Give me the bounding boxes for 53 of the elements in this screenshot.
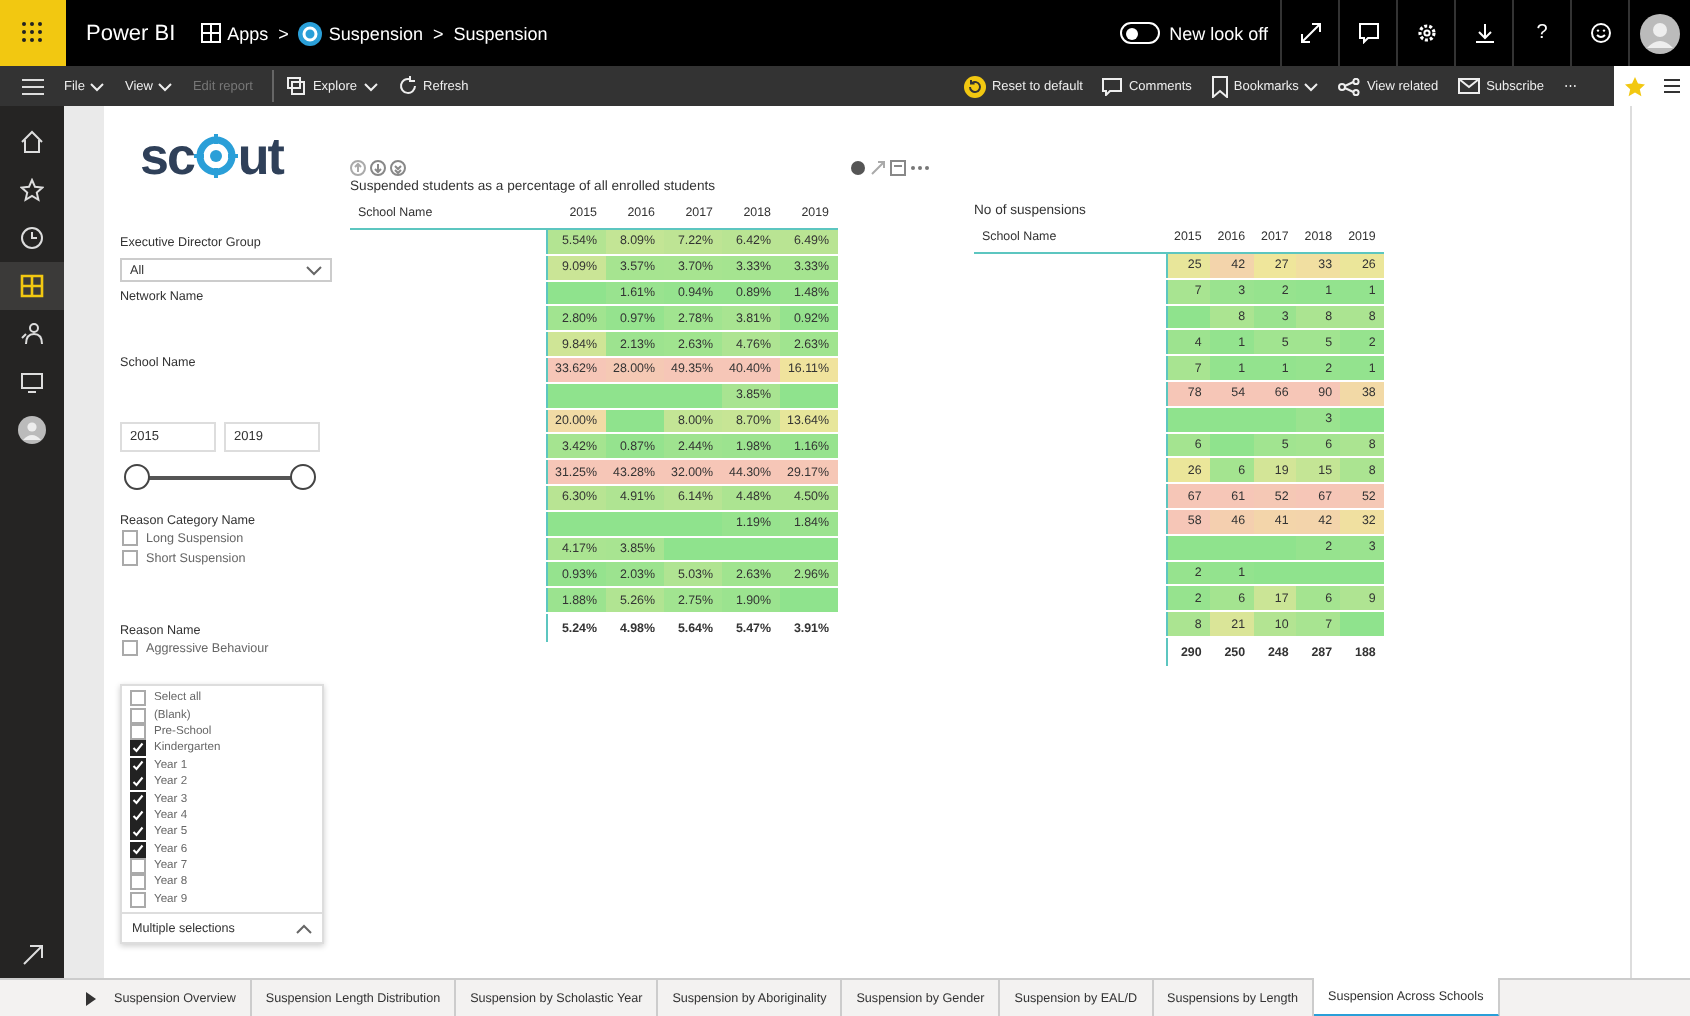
app-name: Power BI bbox=[86, 21, 176, 45]
more-options-icon[interactable] bbox=[910, 164, 930, 172]
monitor-icon bbox=[20, 370, 44, 394]
play-icon bbox=[85, 991, 95, 1005]
breadcrumb-link[interactable]: Apps bbox=[227, 23, 269, 43]
comment-icon bbox=[1102, 77, 1123, 95]
toggle-label: New look off bbox=[1169, 23, 1268, 43]
chevron-down-icon bbox=[158, 81, 173, 91]
filter-icon[interactable] bbox=[890, 160, 906, 176]
avatar-icon bbox=[1640, 13, 1680, 53]
target-icon bbox=[193, 134, 238, 178]
expand-down-icon[interactable] bbox=[390, 160, 406, 176]
download-icon bbox=[1473, 22, 1495, 44]
avatar-icon bbox=[18, 416, 46, 444]
apps-icon bbox=[20, 274, 44, 298]
chevron-down-icon bbox=[90, 81, 105, 91]
chevron-down-icon bbox=[1304, 81, 1319, 91]
tab-scroll-button[interactable] bbox=[80, 991, 100, 1005]
app-icon bbox=[298, 21, 323, 45]
grid-icon bbox=[22, 22, 44, 44]
logo-text: sc bbox=[140, 130, 194, 182]
comment-icon bbox=[1357, 22, 1379, 44]
share-icon bbox=[1338, 77, 1361, 95]
mail-icon bbox=[1458, 78, 1481, 94]
breadcrumb-link[interactable]: Suspension bbox=[453, 23, 548, 43]
arrow-icon bbox=[21, 943, 43, 965]
list-icon[interactable] bbox=[1664, 78, 1681, 94]
clock-icon bbox=[20, 226, 44, 250]
breadcrumb-link[interactable]: Suspension bbox=[328, 23, 423, 43]
apps-icon bbox=[199, 22, 222, 44]
app-launcher-button[interactable] bbox=[0, 0, 66, 66]
bookmark-icon bbox=[1211, 75, 1228, 97]
breadcrumb-separator: > bbox=[432, 23, 444, 43]
toggle-switch[interactable] bbox=[1119, 22, 1160, 44]
breadcrumb-separator: > bbox=[278, 23, 289, 43]
pin-icon[interactable] bbox=[850, 160, 866, 176]
star-icon bbox=[20, 178, 44, 202]
home-icon bbox=[20, 130, 44, 154]
drill-down-icon[interactable] bbox=[370, 160, 386, 176]
smiley-icon bbox=[1589, 22, 1611, 44]
logo-text: ut bbox=[237, 130, 283, 182]
chevron-down-icon bbox=[306, 265, 322, 275]
favorite-star-icon[interactable] bbox=[1623, 75, 1646, 97]
chevron-up-icon bbox=[296, 923, 312, 934]
people-icon bbox=[20, 322, 44, 346]
explore-icon bbox=[286, 76, 307, 96]
reset-icon bbox=[963, 75, 986, 97]
chevron-down-icon bbox=[363, 81, 378, 91]
settings-icon bbox=[1415, 22, 1437, 44]
expand-icon bbox=[1299, 22, 1321, 44]
apps-button[interactable] bbox=[0, 262, 64, 310]
refresh-icon bbox=[397, 76, 418, 96]
menu-icon bbox=[21, 77, 43, 95]
